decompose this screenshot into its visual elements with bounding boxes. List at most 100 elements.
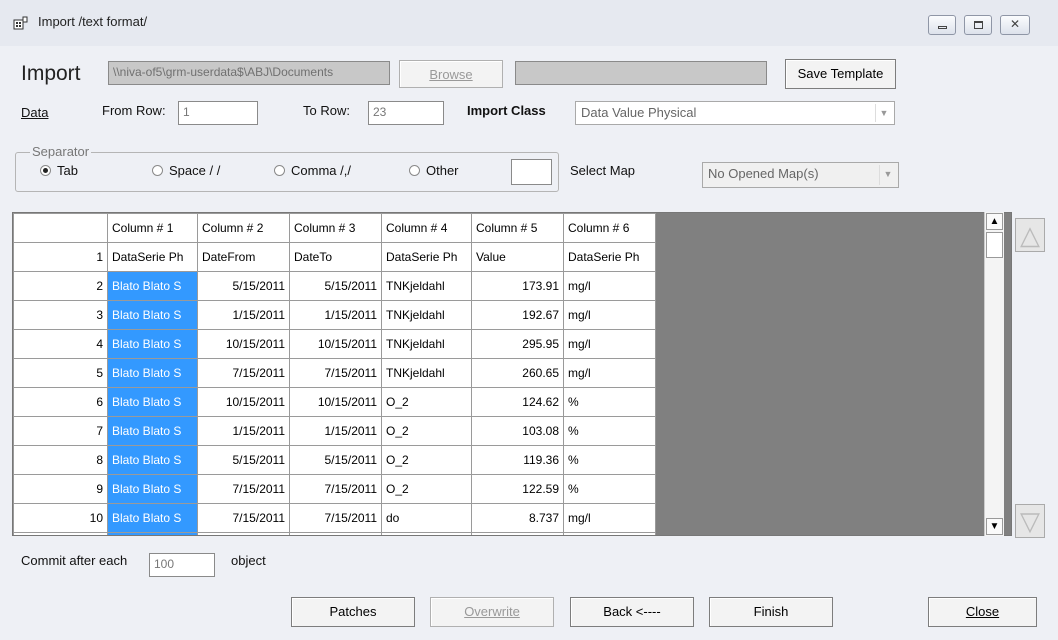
radio-other[interactable]: Other xyxy=(409,163,459,178)
scroll-down-icon[interactable]: ▼ xyxy=(986,518,1003,535)
column-header[interactable]: Column # 5 xyxy=(471,213,564,243)
patches-button[interactable]: Patches xyxy=(291,597,415,627)
grid-cell[interactable]: 7/15/2011 xyxy=(197,503,290,533)
table-row[interactable]: 2 Blato Blato S 5/15/2011 5/15/2011 TNKjelda… xyxy=(13,271,656,301)
grid-cell[interactable]: 10/15/2011 xyxy=(289,387,382,417)
save-template-button[interactable]: Save Template xyxy=(785,59,896,89)
column-header[interactable]: Column # 2 xyxy=(197,213,290,243)
grid-cell[interactable]: do xyxy=(381,503,472,533)
grid-cell[interactable]: 103.08 xyxy=(471,416,564,446)
grid-cell[interactable]: 1/15/2011 xyxy=(197,300,290,330)
radio-tab[interactable]: Tab xyxy=(40,163,78,178)
commit-count-input[interactable]: 100 xyxy=(149,553,215,577)
grid-cell[interactable] xyxy=(563,532,656,535)
grid-cell[interactable]: 260.65 xyxy=(471,358,564,388)
grid-cell[interactable]: 7/15/2011 xyxy=(289,503,382,533)
column-header[interactable]: Column # 6 xyxy=(563,213,656,243)
grid-cell[interactable]: 8.737 xyxy=(471,503,564,533)
grid-cell[interactable] xyxy=(381,532,472,535)
grid-cell[interactable]: % xyxy=(563,387,656,417)
grid-cell[interactable]: Blato Blato S xyxy=(107,329,198,359)
grid-cell[interactable]: TNKjeldahl xyxy=(381,358,472,388)
grid-cell[interactable]: % xyxy=(563,474,656,504)
grid-cell[interactable]: Blato Blato S xyxy=(107,271,198,301)
close-window-button[interactable]: ✕ xyxy=(1000,15,1030,35)
grid-cell[interactable]: Blato Blato S xyxy=(107,358,198,388)
finish-button[interactable]: Finish xyxy=(709,597,833,627)
table-row[interactable]: 9 Blato Blato S 7/15/2011 7/15/2011 O_2 122.5… xyxy=(13,474,656,504)
grid-cell[interactable]: O_2 xyxy=(381,387,472,417)
browse-button[interactable]: Browse xyxy=(399,60,503,88)
grid-cell[interactable]: TNKjeldahl xyxy=(381,271,472,301)
grid-cell[interactable]: 5/15/2011 xyxy=(197,445,290,475)
grid-cell[interactable]: % xyxy=(563,416,656,446)
grid-cell[interactable]: 173.91 xyxy=(471,271,564,301)
grid-cell[interactable] xyxy=(107,532,198,535)
grid-cell[interactable]: DateTo xyxy=(289,242,382,272)
grid-cell[interactable]: % xyxy=(563,445,656,475)
map-select[interactable]: No Opened Map(s) ▼ xyxy=(702,162,899,188)
grid-cell[interactable]: 7/15/2011 xyxy=(197,474,290,504)
grid-cell[interactable]: 119.36 xyxy=(471,445,564,475)
table-row[interactable]: 5 Blato Blato S 7/15/2011 7/15/2011 TNKjelda… xyxy=(13,358,656,388)
grid-cell[interactable]: O_2 xyxy=(381,474,472,504)
grid-cell[interactable]: Blato Blato S xyxy=(107,445,198,475)
grid-cell[interactable]: DataSerie Ph xyxy=(381,242,472,272)
grid-cell[interactable]: 5/15/2011 xyxy=(289,271,382,301)
grid-cell[interactable]: 7/15/2011 xyxy=(197,358,290,388)
grid-cell[interactable]: mg/l xyxy=(563,358,656,388)
grid-cell[interactable]: 1/15/2011 xyxy=(197,416,290,446)
to-row-input[interactable]: 23 xyxy=(368,101,444,125)
table-row[interactable]: 4 Blato Blato S 10/15/2011 10/15/2011 TNKjel… xyxy=(13,329,656,359)
grid-cell[interactable]: TNKjeldahl xyxy=(381,329,472,359)
table-row[interactable]: 1 DataSerie Ph DateFrom DateTo DataSerie Ph V… xyxy=(13,242,656,272)
grid-cell[interactable]: 124.62 xyxy=(471,387,564,417)
grid-cell[interactable]: mg/l xyxy=(563,329,656,359)
data-grid[interactable]: Column # 1 Column # 2 Column # 3 Column … xyxy=(12,212,1012,536)
grid-cell[interactable]: 10/15/2011 xyxy=(197,387,290,417)
grid-cell[interactable]: DataSerie Ph xyxy=(563,242,656,272)
path-field[interactable]: \\niva-of5\grm-userdata$\ABJ\Documents xyxy=(108,61,390,85)
column-header[interactable]: Column # 4 xyxy=(381,213,472,243)
column-header[interactable]: Column # 1 xyxy=(107,213,198,243)
grid-cell[interactable]: O_2 xyxy=(381,416,472,446)
vertical-scrollbar[interactable]: ▲ ▼ xyxy=(984,212,1004,536)
data-link[interactable]: Data xyxy=(21,105,48,120)
grid-cell[interactable]: Blato Blato S xyxy=(107,503,198,533)
column-header[interactable]: Column # 3 xyxy=(289,213,382,243)
grid-cell[interactable]: DataSerie Ph xyxy=(107,242,198,272)
minimize-button[interactable] xyxy=(928,15,956,35)
grid-cell[interactable]: DateFrom xyxy=(197,242,290,272)
scroll-up-icon[interactable]: ▲ xyxy=(986,213,1003,230)
table-row[interactable]: 6 Blato Blato S 10/15/2011 10/15/2011 O_2 124… xyxy=(13,387,656,417)
import-class-select[interactable]: Data Value Physical ▼ xyxy=(575,101,895,125)
radio-comma[interactable]: Comma /,/ xyxy=(274,163,351,178)
grid-cell[interactable]: Blato Blato S xyxy=(107,387,198,417)
table-row[interactable]: 8 Blato Blato S 5/15/2011 5/15/2011 O_2 119.3… xyxy=(13,445,656,475)
grid-cell[interactable] xyxy=(197,532,290,535)
close-button[interactable]: Close xyxy=(928,597,1037,627)
maximize-button[interactable] xyxy=(964,15,992,35)
grid-cell[interactable]: 5/15/2011 xyxy=(197,271,290,301)
table-row[interactable] xyxy=(13,532,656,535)
scroll-thumb[interactable] xyxy=(986,232,1003,258)
back-button[interactable]: Back <---- xyxy=(570,597,694,627)
grid-cell[interactable]: 5/15/2011 xyxy=(289,445,382,475)
grid-cell[interactable]: 295.95 xyxy=(471,329,564,359)
grid-cell[interactable] xyxy=(289,532,382,535)
radio-space[interactable]: Space / / xyxy=(152,163,220,178)
grid-cell[interactable]: mg/l xyxy=(563,271,656,301)
table-row[interactable]: 3 Blato Blato S 1/15/2011 1/15/2011 TNKjelda… xyxy=(13,300,656,330)
grid-cell[interactable]: 10/15/2011 xyxy=(289,329,382,359)
grid-cell[interactable]: TNKjeldahl xyxy=(381,300,472,330)
grid-cell[interactable]: 192.67 xyxy=(471,300,564,330)
table-row[interactable]: 10 Blato Blato S 7/15/2011 7/15/2011 do 8.737… xyxy=(13,503,656,533)
grid-cell[interactable]: 7/15/2011 xyxy=(289,474,382,504)
other-separator-input[interactable] xyxy=(511,159,552,185)
grid-cell[interactable]: 10/15/2011 xyxy=(197,329,290,359)
grid-cell[interactable]: 1/15/2011 xyxy=(289,300,382,330)
grid-cell[interactable]: Blato Blato S xyxy=(107,416,198,446)
grid-cell[interactable]: 122.59 xyxy=(471,474,564,504)
overwrite-button[interactable]: Overwrite xyxy=(430,597,554,627)
grid-cell[interactable]: 7/15/2011 xyxy=(289,358,382,388)
